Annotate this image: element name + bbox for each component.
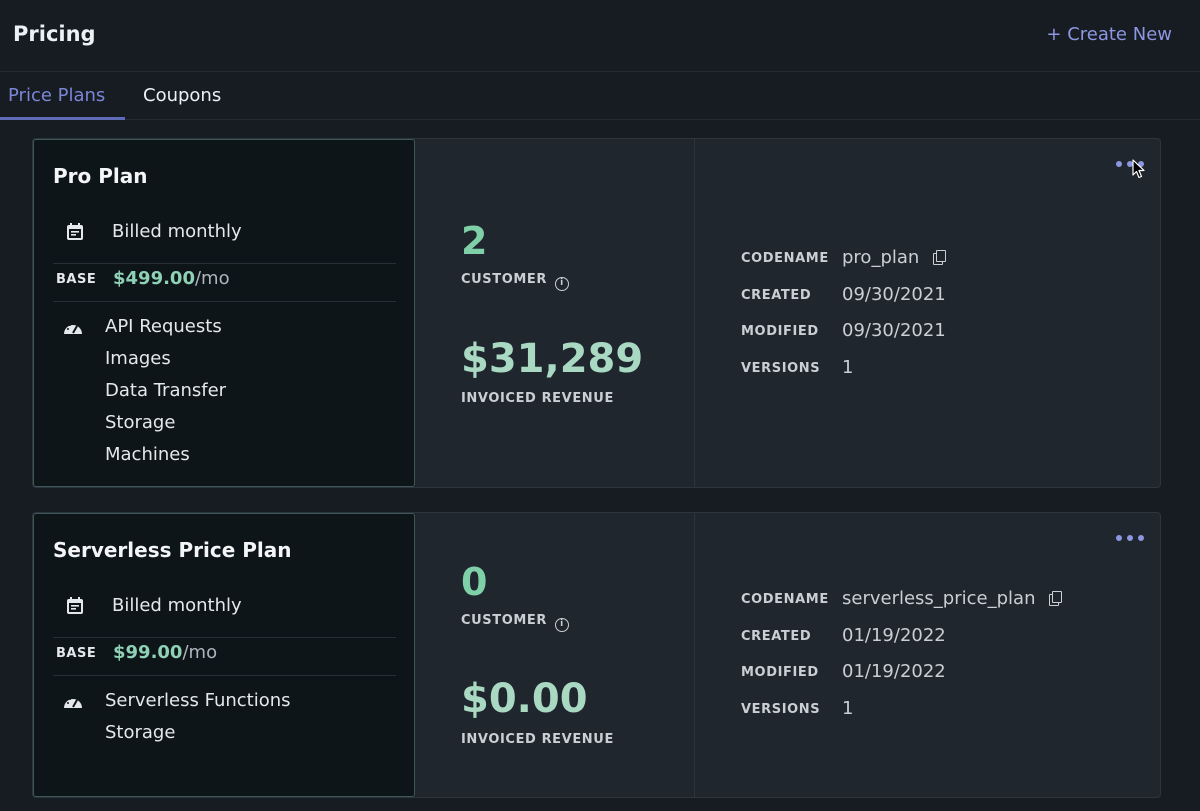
tab-price-plans[interactable]: Price Plans <box>8 85 105 106</box>
modified-label: MODIFIED <box>741 665 819 680</box>
codename-value-wrap: serverless_price_plan <box>842 588 1063 609</box>
codename-value: serverless_price_plan <box>842 588 1036 609</box>
customer-label-text: CUSTOMER <box>461 613 548 628</box>
more-horizontal-icon <box>1116 535 1122 541</box>
plan-meta: CODENAME pro_plan CREATED 09/30/2021 MOD… <box>695 139 1161 487</box>
list-item: Serverless Functions <box>105 690 291 711</box>
customer-label-text: CUSTOMER <box>461 272 548 287</box>
speedometer-icon <box>64 697 82 708</box>
base-label: BASE <box>56 272 97 287</box>
plan-card-pro: Pro Plan Billed monthly BASE $499.00/mo <box>32 138 1161 488</box>
base-price-unit: /mo <box>182 642 218 663</box>
plan-name: Serverless Price Plan <box>53 538 292 562</box>
base-label: BASE <box>56 646 97 661</box>
versions-label: VERSIONS <box>741 702 821 717</box>
created-label: CREATED <box>741 288 812 303</box>
speedometer-icon <box>64 323 82 334</box>
customer-label: CUSTOMER i <box>461 272 570 291</box>
feature-list: Serverless Functions Storage <box>105 690 291 754</box>
calendar-icon <box>67 223 83 240</box>
more-dot <box>1127 535 1133 541</box>
active-tab-indicator <box>0 117 125 120</box>
calendar-icon <box>67 597 83 614</box>
codename-label: CODENAME <box>741 251 829 266</box>
tab-bar: Price Plans Coupons <box>0 72 1200 120</box>
created-value: 01/19/2022 <box>842 625 946 646</box>
customer-count: 0 <box>461 560 488 604</box>
mouse-pointer-icon <box>1132 159 1145 179</box>
list-item: Storage <box>105 722 176 743</box>
more-horizontal-icon <box>1116 161 1122 167</box>
customer-count: 2 <box>461 219 488 263</box>
list-item: Images <box>105 348 171 369</box>
plan-meta: CODENAME serverless_price_plan CREATED 0… <box>695 513 1161 797</box>
copy-icon[interactable] <box>1049 591 1063 606</box>
billing-frequency: Billed monthly <box>112 595 242 616</box>
more-dot <box>1138 535 1144 541</box>
base-price: $99.00/mo <box>113 642 217 663</box>
list-item: API Requests <box>105 316 222 337</box>
feature-list: API Requests Images Data Transfer Storag… <box>105 316 226 476</box>
create-new-button[interactable]: + Create New <box>1046 24 1172 45</box>
customer-label: CUSTOMER i <box>461 613 570 632</box>
copy-icon[interactable] <box>933 250 947 265</box>
versions-label: VERSIONS <box>741 361 821 376</box>
versions-value: 1 <box>842 698 854 719</box>
base-price-unit: /mo <box>194 268 230 289</box>
created-value: 09/30/2021 <box>842 284 946 305</box>
modified-label: MODIFIED <box>741 324 819 339</box>
invoiced-revenue: $31,289 <box>461 336 644 382</box>
codename-value: pro_plan <box>842 247 920 268</box>
plan-summary[interactable]: Serverless Price Plan Billed monthly BAS… <box>33 513 415 797</box>
versions-value: 1 <box>842 357 854 378</box>
base-price-amount: $499.00 <box>113 268 195 289</box>
revenue-label: INVOICED REVENUE <box>461 391 614 406</box>
top-bar: Pricing + Create New <box>0 0 1200 72</box>
plan-summary[interactable]: Pro Plan Billed monthly BASE $499.00/mo <box>33 139 415 487</box>
list-item: Storage <box>105 412 176 433</box>
info-icon[interactable]: i <box>555 277 570 291</box>
billing-frequency: Billed monthly <box>112 221 242 242</box>
plan-stats: 2 CUSTOMER i $31,289 INVOICED REVENUE <box>415 139 695 487</box>
invoiced-revenue: $0.00 <box>461 676 588 722</box>
base-price-amount: $99.00 <box>113 642 183 663</box>
created-label: CREATED <box>741 629 812 644</box>
codename-label: CODENAME <box>741 592 829 607</box>
billing-row: Billed monthly <box>53 220 396 264</box>
base-price: $499.00/mo <box>113 268 230 289</box>
codename-value-wrap: pro_plan <box>842 247 947 268</box>
billing-row: Billed monthly <box>53 594 396 638</box>
info-icon[interactable]: i <box>555 618 570 632</box>
more-options-button[interactable] <box>1116 531 1148 545</box>
plan-name: Pro Plan <box>53 164 148 188</box>
tab-coupons[interactable]: Coupons <box>143 85 221 106</box>
base-price-row: BASE $499.00/mo <box>53 264 396 302</box>
list-item: Data Transfer <box>105 380 227 401</box>
modified-value: 09/30/2021 <box>842 320 946 341</box>
revenue-label: INVOICED REVENUE <box>461 732 614 747</box>
page-title: Pricing <box>13 22 96 46</box>
plan-card-serverless: Serverless Price Plan Billed monthly BAS… <box>32 512 1161 798</box>
plan-stats: 0 CUSTOMER i $0.00 INVOICED REVENUE <box>415 513 695 797</box>
list-item: Machines <box>105 444 190 465</box>
base-price-row: BASE $99.00/mo <box>53 638 396 676</box>
modified-value: 01/19/2022 <box>842 661 946 682</box>
